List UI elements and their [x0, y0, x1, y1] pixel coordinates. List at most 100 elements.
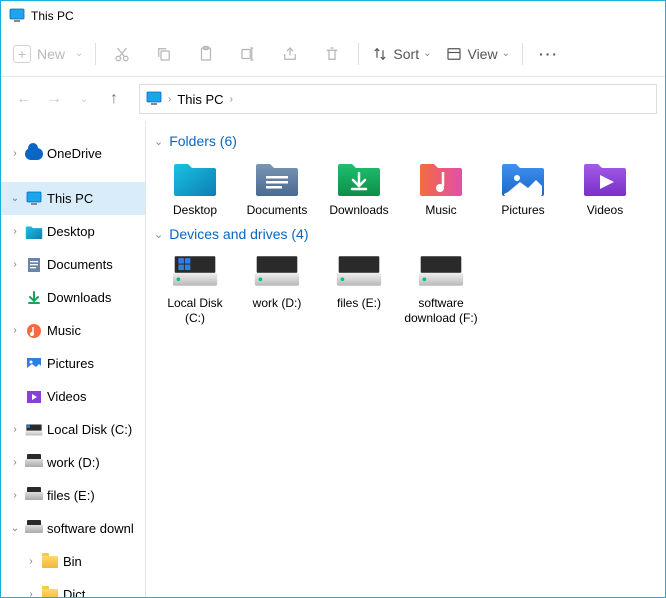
folder-icon — [41, 586, 59, 598]
up-button[interactable]: ↑ — [99, 84, 129, 114]
titlebar: This PC — [1, 1, 665, 31]
separator — [522, 43, 523, 65]
sidebar-item-documents[interactable]: › Documents — [1, 248, 145, 281]
sort-button[interactable]: Sort ⌄ — [365, 37, 437, 71]
folder-icon — [41, 553, 59, 571]
sidebar-item-dict[interactable]: › Dict — [1, 578, 145, 597]
chevron-down-icon: ⌄ — [502, 48, 510, 59]
chevron-right-icon: › — [168, 94, 171, 105]
sidebar-item-music[interactable]: › Music — [1, 314, 145, 347]
more-icon: ··· — [539, 46, 559, 62]
folders-grid: Desktop Documents Downloads Music Pictur… — [152, 157, 659, 218]
share-button[interactable] — [270, 37, 310, 71]
chevron-right-icon: › — [9, 457, 21, 468]
sidebar-item-this-pc[interactable]: ⌄ This PC — [1, 182, 145, 215]
delete-icon — [323, 45, 341, 63]
chevron-down-icon: ⌄ — [154, 135, 163, 148]
paste-icon — [197, 45, 215, 63]
sidebar-item-label: work (D:) — [47, 455, 145, 470]
sidebar-item-desktop[interactable]: › Desktop — [1, 215, 145, 248]
sidebar-item-local-disk[interactable]: › Local Disk (C:) — [1, 413, 145, 446]
drive-icon — [25, 421, 43, 439]
sidebar-item-label: Desktop — [47, 224, 145, 239]
drive-icon — [25, 454, 43, 472]
forward-button[interactable]: → — [39, 84, 69, 114]
folder-pictures[interactable]: Pictures — [486, 157, 560, 218]
drive-icon — [25, 520, 43, 538]
chevron-right-icon: › — [9, 259, 21, 270]
rename-button[interactable] — [228, 37, 268, 71]
recent-button[interactable]: ⌄ — [69, 84, 99, 114]
chevron-right-icon: › — [9, 325, 21, 336]
sidebar-item-onedrive[interactable]: › OneDrive — [1, 137, 145, 170]
item-label: work (D:) — [253, 296, 302, 311]
toolbar: + New ⌄ Sort ⌄ View ⌄ ··· — [1, 31, 665, 77]
music-icon — [25, 322, 43, 340]
sidebar-item-software[interactable]: ⌄ software downl — [1, 512, 145, 545]
pc-icon — [9, 8, 25, 24]
delete-button[interactable] — [312, 37, 352, 71]
chevron-down-icon: ⌄ — [9, 193, 21, 204]
sidebar-item-label: OneDrive — [47, 146, 145, 161]
view-label: View — [467, 46, 497, 62]
sidebar-item-pictures[interactable]: Pictures — [1, 347, 145, 380]
drive-d[interactable]: work (D:) — [240, 250, 314, 326]
chevron-right-icon: › — [25, 556, 37, 567]
chevron-right-icon: › — [25, 589, 37, 597]
downloads-icon — [25, 289, 43, 307]
sidebar-item-label: software downl — [47, 521, 145, 536]
sidebar-item-label: Music — [47, 323, 145, 338]
videos-icon — [582, 158, 628, 198]
drive-f[interactable]: software download (F:) — [404, 250, 478, 326]
cut-button[interactable] — [102, 37, 142, 71]
section-folders[interactable]: ⌄ Folders (6) — [154, 133, 659, 149]
copy-icon — [155, 45, 173, 63]
chevron-right-icon: › — [9, 424, 21, 435]
new-button[interactable]: + New ⌄ — [7, 37, 89, 71]
item-label: Pictures — [501, 203, 544, 218]
sidebar-item-label: Documents — [47, 257, 145, 272]
drive-icon — [417, 251, 465, 291]
paste-button[interactable] — [186, 37, 226, 71]
section-drives[interactable]: ⌄ Devices and drives (4) — [154, 226, 659, 242]
back-button[interactable]: ← — [9, 84, 39, 114]
documents-icon — [254, 158, 300, 198]
folder-desktop[interactable]: Desktop — [158, 157, 232, 218]
chevron-down-icon: ⌄ — [9, 523, 21, 534]
drive-e[interactable]: files (E:) — [322, 250, 396, 326]
pictures-icon — [500, 158, 546, 198]
documents-icon — [25, 256, 43, 274]
videos-icon — [25, 388, 43, 406]
drive-icon — [25, 487, 43, 505]
downloads-icon — [336, 158, 382, 198]
item-label: Downloads — [329, 203, 388, 218]
sidebar-item-downloads[interactable]: Downloads — [1, 281, 145, 314]
window-title: This PC — [31, 9, 74, 23]
folder-downloads[interactable]: Downloads — [322, 157, 396, 218]
sidebar-item-work[interactable]: › work (D:) — [1, 446, 145, 479]
more-button[interactable]: ··· — [529, 37, 569, 71]
chevron-right-icon: › — [9, 148, 21, 159]
music-icon — [418, 158, 464, 198]
folder-music[interactable]: Music — [404, 157, 478, 218]
copy-button[interactable] — [144, 37, 184, 71]
folder-documents[interactable]: Documents — [240, 157, 314, 218]
desktop-icon — [25, 223, 43, 241]
drive-icon — [335, 251, 383, 291]
section-drives-label: Devices and drives (4) — [169, 226, 308, 242]
sidebar-item-label: Dict — [63, 587, 145, 597]
sidebar-item-label: Pictures — [47, 356, 145, 371]
rename-icon — [239, 45, 257, 63]
view-button[interactable]: View ⌄ — [439, 37, 515, 71]
drive-c[interactable]: Local Disk (C:) — [158, 250, 232, 326]
sidebar-item-files[interactable]: › files (E:) — [1, 479, 145, 512]
folder-videos[interactable]: Videos — [568, 157, 642, 218]
navbar: ← → ⌄ ↑ › This PC › — [1, 77, 665, 121]
sidebar-item-videos[interactable]: Videos — [1, 380, 145, 413]
item-label: Local Disk (C:) — [158, 296, 232, 326]
sidebar-item-bin[interactable]: › Bin — [1, 545, 145, 578]
sidebar-item-label: Downloads — [47, 290, 145, 305]
view-icon — [445, 45, 463, 63]
breadcrumb[interactable]: › This PC › — [139, 84, 657, 114]
chevron-down-icon: ⌄ — [154, 228, 163, 241]
